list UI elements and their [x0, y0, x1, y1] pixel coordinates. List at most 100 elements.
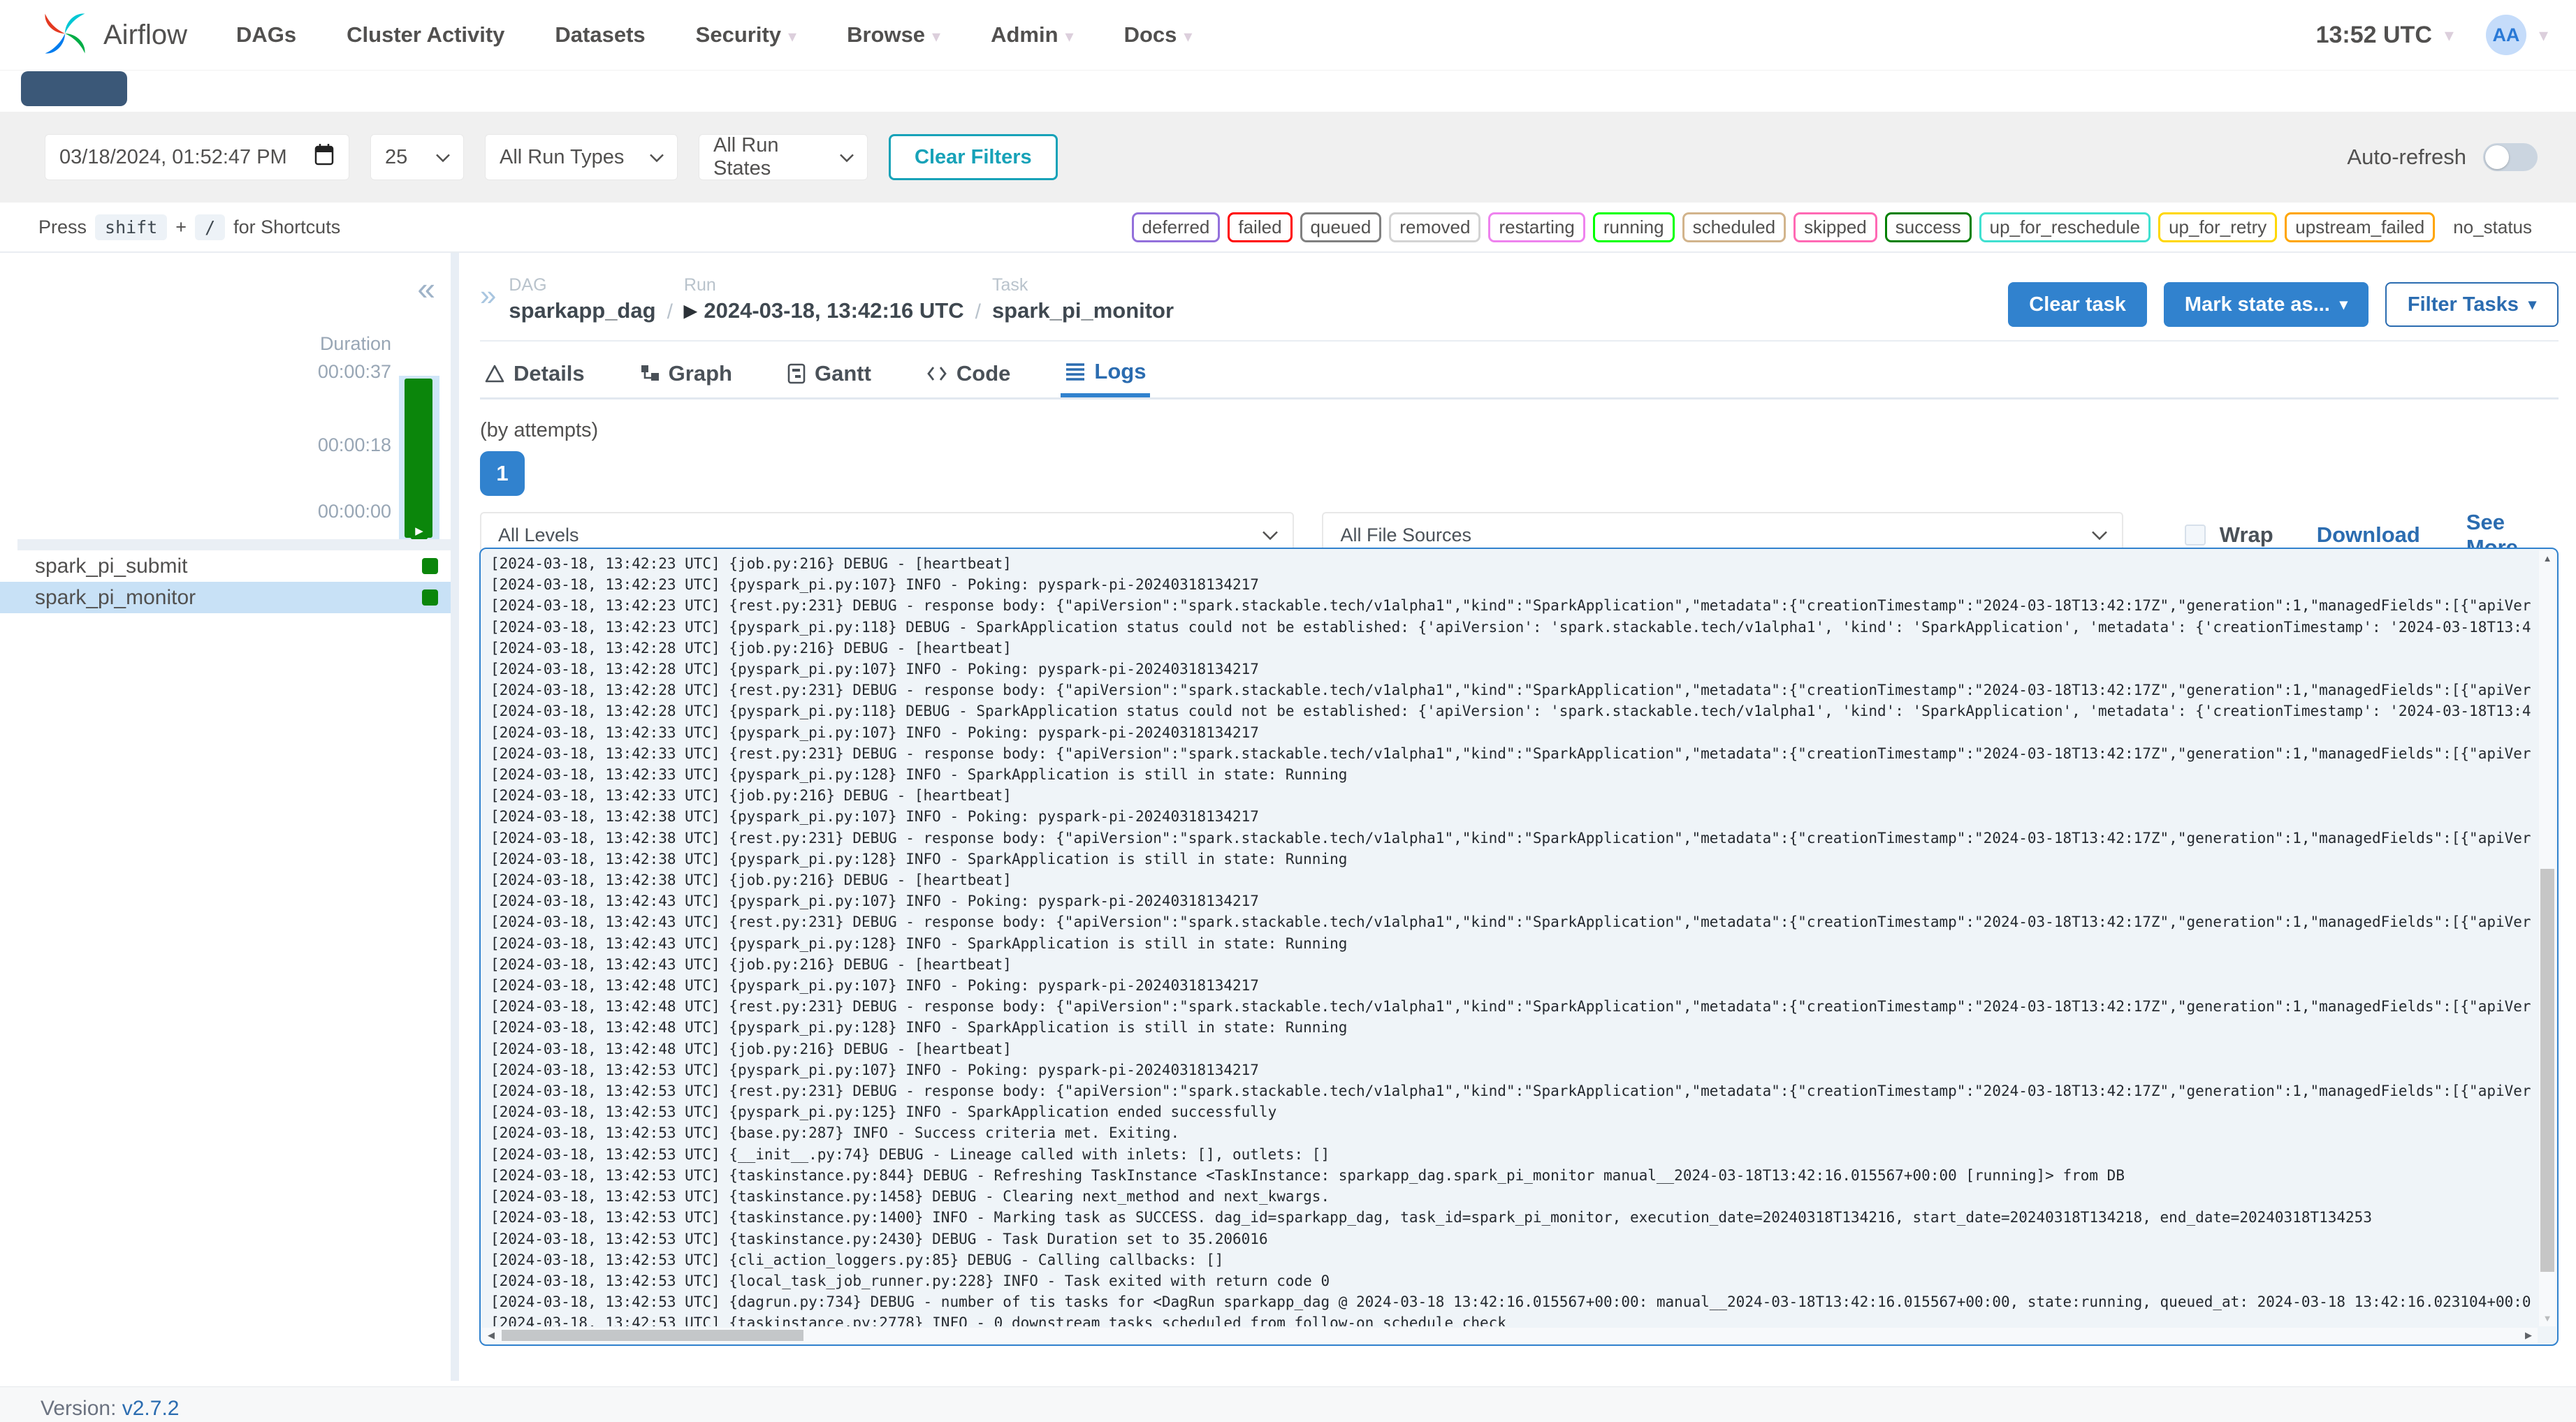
nav-menu-item[interactable]: Datasets: [555, 22, 645, 47]
state-badge: upstream_failed: [2285, 212, 2436, 242]
download-link[interactable]: Download: [2317, 522, 2420, 548]
nav-menu-item[interactable]: Cluster Activity: [347, 22, 504, 47]
clock[interactable]: 13:52 UTC: [2316, 22, 2432, 49]
page-size-select[interactable]: 25: [370, 134, 464, 180]
task-row-spark-pi-monitor[interactable]: spark_pi_monitor: [0, 582, 451, 613]
breadcrumb: » DAG sparkapp_dag / Run ▶ 2024-03-18, 1…: [480, 275, 2559, 327]
log-line: [2024-03-18, 13:42:23 UTC] {pyspark_pi.p…: [490, 618, 2531, 636]
horizontal-scrollbar[interactable]: ◀ ▶: [482, 1328, 2538, 1343]
run-states-select[interactable]: All Run States: [699, 134, 868, 180]
log-line: [2024-03-18, 13:42:38 UTC] {pyspark_pi.p…: [490, 808, 1259, 826]
log-line: [2024-03-18, 13:42:53 UTC] {taskinstance…: [490, 1209, 2372, 1226]
tab-gantt[interactable]: Gantt: [783, 349, 875, 397]
vertical-scroll-thumb[interactable]: [2540, 868, 2554, 1273]
log-line: [2024-03-18, 13:42:33 UTC] {pyspark_pi.p…: [490, 766, 1348, 784]
chevron-down-icon: [435, 146, 451, 169]
attempt-1-button[interactable]: 1: [480, 451, 525, 496]
run-date: 2024-03-18, 13:42:16 UTC: [704, 298, 964, 323]
nav-menu-item[interactable]: Browse: [847, 22, 940, 47]
log-line: [2024-03-18, 13:42:53 UTC] {__init__.py:…: [490, 1145, 1330, 1163]
log-line: [2024-03-18, 13:42:53 UTC] {taskinstance…: [490, 1314, 1506, 1326]
partial-scrolled-button[interactable]: [21, 71, 127, 106]
clock-caret-icon[interactable]: ▾: [2445, 24, 2454, 46]
avatar[interactable]: AA: [2485, 15, 2526, 55]
collapse-panel-icon[interactable]: «: [417, 272, 435, 305]
log-line: [2024-03-18, 13:42:28 UTC] {rest.py:231}…: [490, 682, 2531, 699]
caret-down-icon: ▾: [2528, 295, 2536, 313]
chevron-down-icon: [649, 146, 664, 169]
version-link[interactable]: v2.7.2: [122, 1397, 180, 1420]
breadcrumb-chevrons-icon[interactable]: »: [480, 281, 496, 310]
filter-tasks-button[interactable]: Filter Tasks ▾: [2385, 282, 2559, 327]
state-badge: restarting: [1488, 212, 1585, 242]
nav-menu-item[interactable]: Docs: [1124, 22, 1193, 47]
state-badge: running: [1592, 212, 1675, 242]
dag-value[interactable]: sparkapp_dag: [509, 298, 655, 323]
chevron-down-icon: [1262, 525, 1279, 546]
slash-key: /: [195, 214, 226, 240]
state-badge: no_status: [2453, 216, 2532, 237]
gantt-icon: [787, 363, 806, 384]
horizontal-scroll-thumb[interactable]: [502, 1330, 803, 1341]
run-types-select[interactable]: All Run Types: [485, 134, 678, 180]
log-line: [2024-03-18, 13:42:33 UTC] {pyspark_pi.p…: [490, 724, 1259, 741]
tab-label: Logs: [1094, 358, 1147, 383]
tab-logs[interactable]: Logs: [1061, 349, 1151, 397]
log-line: [2024-03-18, 13:42:43 UTC] {pyspark_pi.p…: [490, 893, 1259, 910]
scroll-right-icon[interactable]: ▶: [2525, 1330, 2532, 1341]
shortcuts-hint: Press shift + / for Shortcuts: [38, 214, 340, 240]
page-size-value: 25: [385, 145, 408, 168]
run-value[interactable]: ▶ 2024-03-18, 13:42:16 UTC: [684, 298, 964, 323]
task-actions: Clear task Mark state as... ▾ Filter Tas…: [2008, 282, 2559, 327]
state-badge: scheduled: [1682, 212, 1787, 242]
clear-filters-button[interactable]: Clear Filters: [889, 134, 1058, 180]
auto-refresh-toggle[interactable]: [2483, 143, 2538, 171]
nav-right: 13:52 UTC ▾ AA ▾: [2316, 15, 2548, 55]
chevron-down-icon: [839, 146, 854, 169]
grid-separator: [17, 539, 451, 550]
task-value[interactable]: spark_pi_monitor: [992, 298, 1174, 323]
duration-label: Duration: [319, 333, 391, 354]
clear-task-button[interactable]: Clear task: [2008, 282, 2147, 327]
avatar-caret-icon[interactable]: ▾: [2539, 24, 2548, 46]
calendar-icon[interactable]: [314, 142, 335, 172]
nav-menu-item[interactable]: Security: [696, 22, 796, 47]
base-date-value: 03/18/2024, 01:52:47 PM: [59, 145, 287, 168]
task-row-spark-pi-submit[interactable]: spark_pi_submit: [0, 550, 451, 582]
mark-state-button[interactable]: Mark state as... ▾: [2163, 282, 2368, 327]
nav-menu-item[interactable]: DAGs: [236, 22, 296, 47]
log-line: [2024-03-18, 13:42:53 UTC] {pyspark_pi.p…: [490, 1104, 1277, 1121]
panel-divider[interactable]: [451, 253, 459, 1381]
toggle-knob: [2485, 145, 2509, 169]
nav-menu: DAGs Cluster Activity Datasets Security Brow…: [236, 22, 2316, 47]
state-badge: up_for_retry: [2158, 212, 2278, 242]
log-line: [2024-03-18, 13:42:38 UTC] {rest.py:231}…: [490, 829, 2531, 846]
scroll-up-icon[interactable]: ▲: [2539, 553, 2556, 564]
run-duration-bar[interactable]: [405, 379, 432, 538]
filter-bar: 03/18/2024, 01:52:47 PM 25 All Run Types…: [0, 112, 2576, 203]
vertical-scrollbar[interactable]: ▲ ▼: [2539, 550, 2556, 1326]
task-success-square[interactable]: [422, 589, 438, 606]
log-content: [2024-03-18, 13:42:23 UTC] {job.py:216} …: [490, 553, 2536, 1326]
wrap-toggle[interactable]: Wrap: [2184, 522, 2273, 548]
tab-code[interactable]: Code: [922, 349, 1015, 397]
log-line: [2024-03-18, 13:42:23 UTC] {rest.py:231}…: [490, 597, 2531, 615]
log-line: [2024-03-18, 13:42:23 UTC] {pyspark_pi.p…: [490, 576, 1259, 594]
task-name: spark_pi_monitor: [35, 585, 196, 609]
tab-graph[interactable]: Graph: [635, 349, 736, 397]
file-source-value: All File Sources: [1340, 524, 1472, 545]
scroll-down-icon[interactable]: ▼: [2539, 1313, 2556, 1324]
state-legend: deferred failed queued removed restarting run…: [1131, 212, 2542, 242]
filter-tasks-label: Filter Tasks: [2407, 293, 2519, 316]
wrap-checkbox[interactable]: [2184, 525, 2206, 545]
log-line: [2024-03-18, 13:42:48 UTC] {pyspark_pi.p…: [490, 1019, 1348, 1036]
nav-menu-item[interactable]: Admin: [991, 22, 1073, 47]
by-attempts-label: (by attempts): [480, 419, 599, 441]
task-detail-panel: » DAG sparkapp_dag / Run ▶ 2024-03-18, 1…: [459, 253, 2576, 1386]
task-success-square[interactable]: [422, 558, 438, 574]
breadcrumb-separator: /: [975, 300, 981, 323]
tab-details[interactable]: Details: [480, 349, 589, 397]
scroll-left-icon[interactable]: ◀: [488, 1330, 495, 1341]
airflow-brand[interactable]: Airflow: [36, 5, 187, 66]
base-date-input[interactable]: 03/18/2024, 01:52:47 PM: [45, 134, 349, 180]
